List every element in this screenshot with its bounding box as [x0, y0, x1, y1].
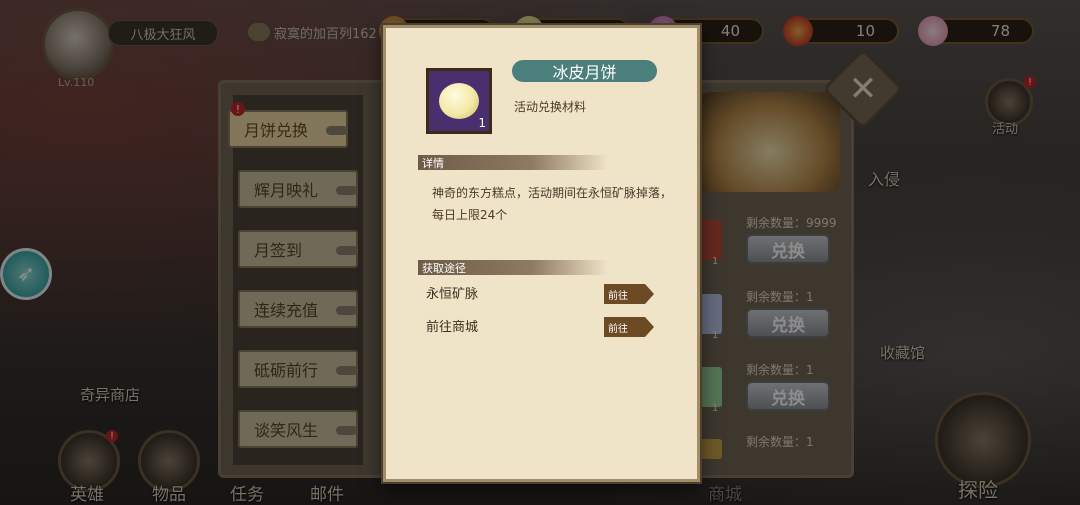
- snowskin-mooncake-icon: [439, 83, 479, 119]
- routes-heading-text: 获取途径: [422, 261, 466, 275]
- item-subtitle: 活动兑换材料: [514, 100, 587, 114]
- item-title: 冰皮月饼: [512, 60, 657, 82]
- item-count: 1: [478, 116, 486, 130]
- details-heading-text: 详情: [422, 156, 444, 170]
- goto-button[interactable]: 前往: [604, 317, 654, 337]
- goto-button[interactable]: 前往: [604, 284, 654, 304]
- item-icon-frame: 1: [426, 68, 492, 134]
- item-description: 神奇的东方糕点，活动期间在永恒矿脉掉落，每日上限24个: [432, 186, 673, 222]
- details-heading: 详情: [418, 155, 608, 170]
- item-info-modal: 1 冰皮月饼 活动兑换材料 详情 神奇的东方糕点，活动期间在永恒矿脉掉落，每日上…: [383, 25, 700, 482]
- route-label: 前往商城: [426, 320, 479, 335]
- routes-heading: 获取途径: [418, 260, 608, 275]
- route-label: 永恒矿脉: [426, 287, 479, 302]
